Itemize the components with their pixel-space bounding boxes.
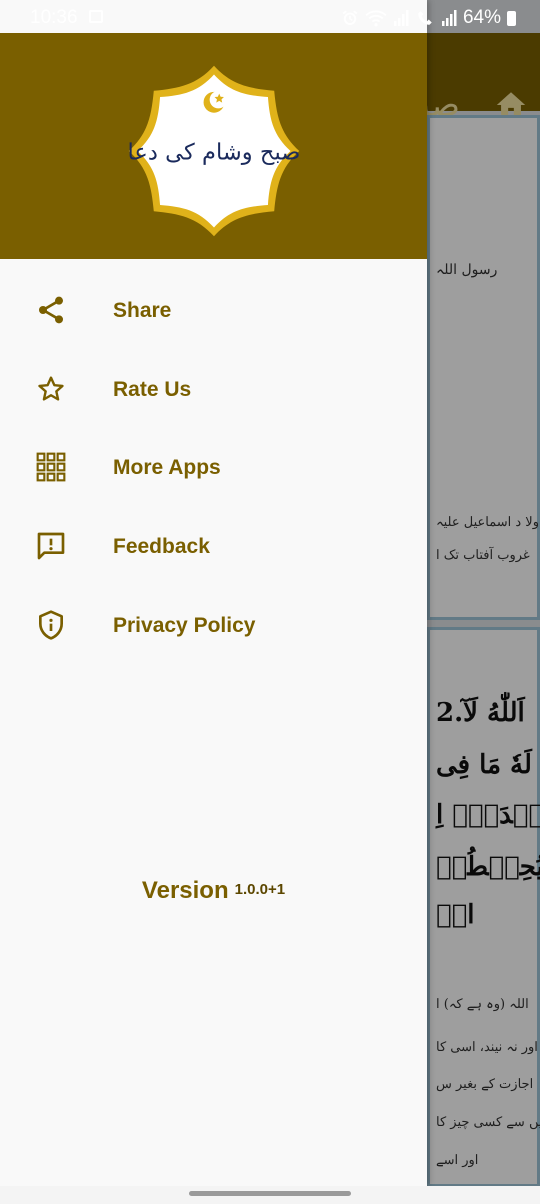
menu-item-share[interactable]: Share <box>0 281 427 341</box>
menu-item-label: Rate Us <box>113 378 192 401</box>
wifi-icon <box>365 10 387 27</box>
status-bar: 10:36 64% <box>0 0 540 33</box>
status-time: 10:36 <box>30 7 78 28</box>
menu-item-rate-us[interactable]: Rate Us <box>0 360 427 420</box>
share-icon <box>39 296 63 324</box>
menu-item-privacy-policy[interactable]: Privacy Policy <box>0 596 427 656</box>
image-notification-icon <box>89 10 103 23</box>
version-number: 1.0.0+1 <box>234 881 286 898</box>
apps-grid-icon <box>36 452 66 482</box>
feedback-icon <box>37 532 65 560</box>
wifi-calling-icon <box>418 11 432 25</box>
alarm-icon <box>342 10 358 25</box>
scrim-overlay[interactable] <box>427 0 540 1186</box>
privacy-shield-icon <box>39 610 63 640</box>
status-icons: 64% <box>341 7 516 29</box>
app-logo: صبح وشام کی دعا <box>128 65 301 237</box>
menu-item-label: Privacy Policy <box>113 614 256 637</box>
menu-item-more-apps[interactable]: More Apps <box>0 438 427 498</box>
menu-item-label: More Apps <box>113 456 221 479</box>
star-icon <box>38 376 64 401</box>
menu-item-feedback[interactable]: Feedback <box>0 517 427 577</box>
version-info: Version 1.0.0+1 <box>0 877 427 905</box>
logo-text: صبح وشام کی دعا <box>128 140 301 166</box>
navigation-drawer: صبح وشام کی دعا Share Rate Us More Apps … <box>0 0 427 1186</box>
menu-item-label: Share <box>113 299 172 322</box>
screen: صب رسول اللہ کہنا اولا د اسماعیل علیہ غر… <box>0 0 540 1204</box>
version-label: Version <box>141 877 229 904</box>
gesture-handle[interactable] <box>189 1191 351 1196</box>
system-nav-bar <box>0 1186 540 1204</box>
menu-item-label: Feedback <box>113 535 210 558</box>
battery-percent: 64% <box>462 7 501 28</box>
battery-icon <box>507 10 516 26</box>
signal-icon <box>393 10 409 26</box>
signal-icon-2 <box>441 10 457 26</box>
